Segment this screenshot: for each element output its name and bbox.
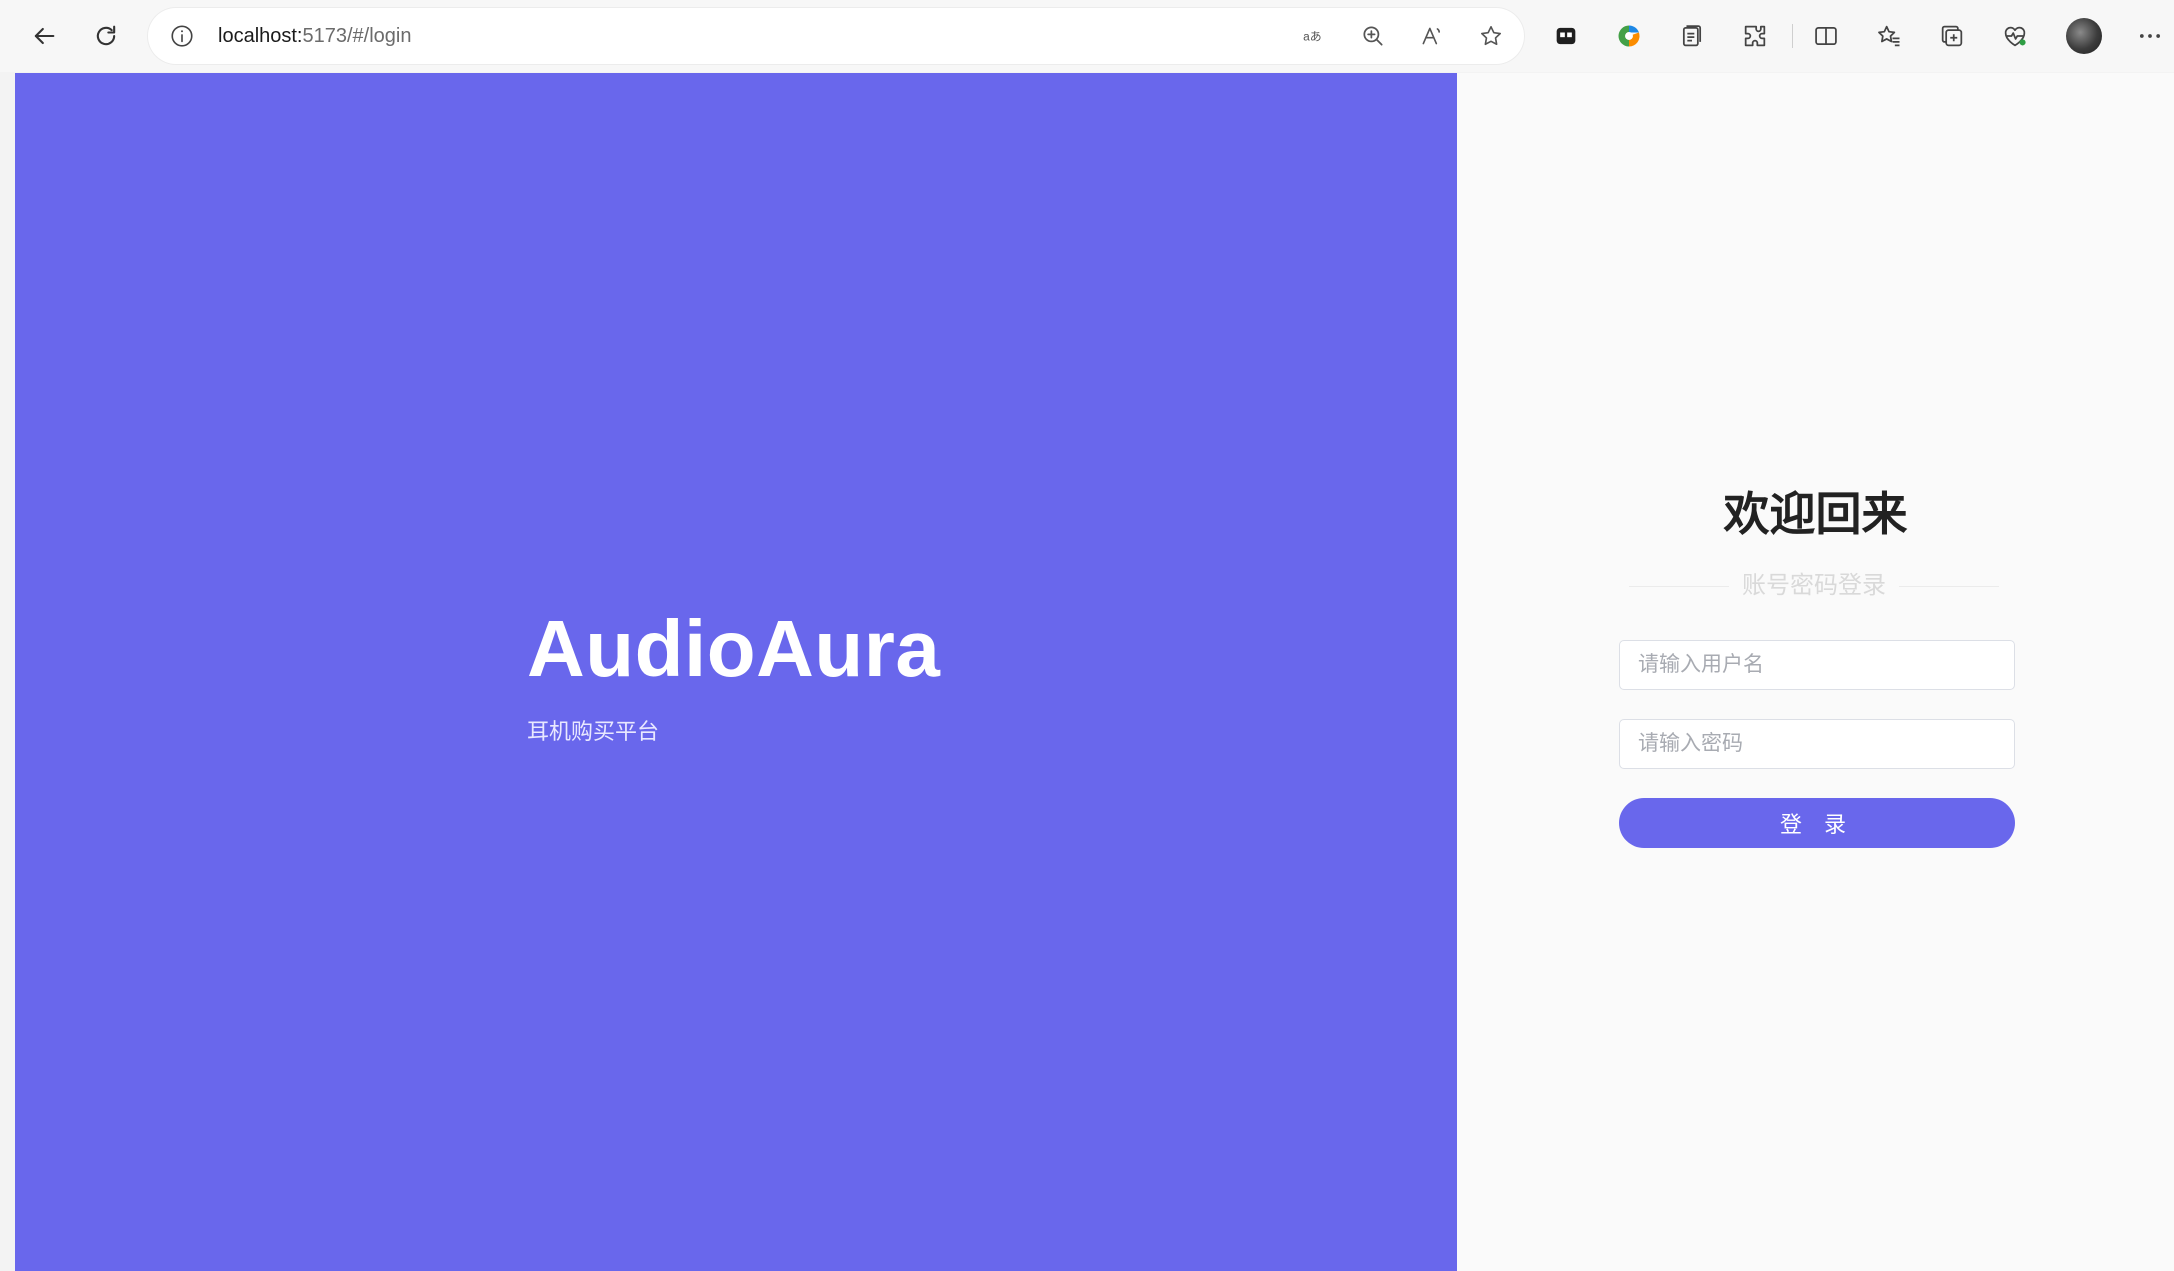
login-panel: 欢迎回来 账号密码登录 登 录	[1457, 73, 2174, 1271]
divider-line-right	[1899, 586, 1999, 587]
reload-icon[interactable]	[84, 14, 128, 58]
username-input[interactable]	[1619, 640, 2015, 690]
password-input[interactable]	[1619, 719, 2015, 769]
login-heading: 欢迎回来	[1723, 488, 1908, 540]
url-text[interactable]: localhost:5173/#/login	[218, 8, 411, 64]
heart-pulse-icon[interactable]	[1993, 14, 2037, 58]
clipboard-icon[interactable]	[1670, 14, 1714, 58]
url-host: localhost:	[218, 25, 303, 47]
svg-text:aあ: aあ	[1303, 29, 1322, 43]
address-bar[interactable]: localhost:5173/#/login aあ	[148, 8, 1524, 64]
browser-toolbar: localhost:5173/#/login aあ	[0, 0, 2174, 72]
page-content: AudioAura 耳机购买平台 欢迎回来 账号密码登录 登 录	[15, 73, 2174, 1271]
translate-icon[interactable]: aあ	[1300, 22, 1328, 50]
toolbar-separator	[1792, 24, 1793, 48]
browser-window: localhost:5173/#/login aあ AudioAura 耳机购买…	[0, 0, 2174, 1271]
read-aloud-icon[interactable]	[1418, 22, 1446, 50]
back-arrow-icon[interactable]	[22, 14, 66, 58]
hero-panel: AudioAura 耳机购买平台	[15, 73, 1457, 1271]
star-icon[interactable]	[1477, 22, 1505, 50]
login-method-divider: 账号密码登录	[1629, 569, 1999, 603]
puzzle-icon[interactable]	[1733, 14, 1777, 58]
favorites-icon[interactable]	[1867, 14, 1911, 58]
more-icon[interactable]	[2128, 14, 2172, 58]
brand-subtitle: 耳机购买平台	[527, 719, 660, 744]
collections-icon[interactable]	[1930, 14, 1974, 58]
login-button[interactable]: 登 录	[1619, 798, 2015, 848]
copilot-icon[interactable]	[1607, 14, 1651, 58]
extension-icon[interactable]	[1544, 14, 1588, 58]
zoom-icon[interactable]	[1359, 22, 1387, 50]
info-icon[interactable]	[168, 22, 196, 50]
avatar[interactable]	[2066, 18, 2102, 54]
brand-title: AudioAura	[527, 604, 941, 693]
split-screen-icon[interactable]	[1804, 14, 1848, 58]
url-path: 5173/#/login	[302, 25, 412, 47]
